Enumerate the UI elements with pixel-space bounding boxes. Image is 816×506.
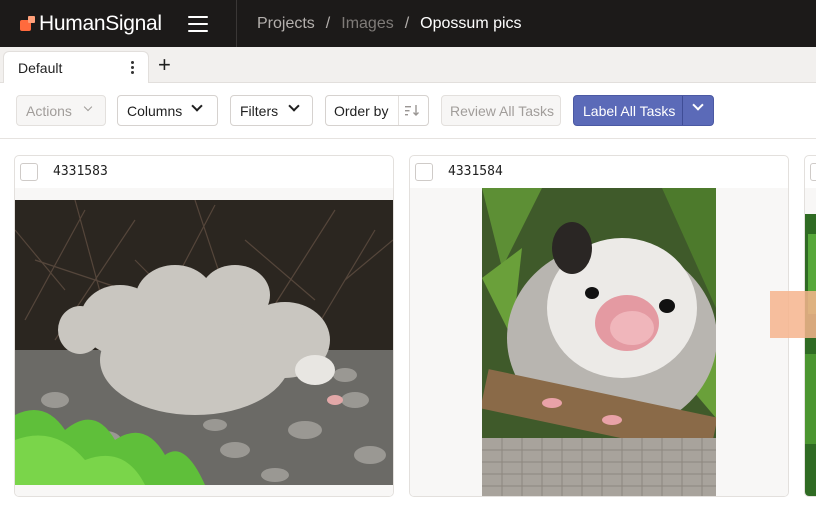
brand[interactable]: HumanSignal [0, 0, 208, 47]
order-by-label: Order by [334, 102, 389, 119]
task-select-checkbox[interactable] [415, 163, 433, 181]
breadcrumb-projects[interactable]: Projects [257, 15, 315, 33]
view-tabs-bar: Default + [0, 47, 816, 84]
top-navigation-bar: HumanSignal Projects / Images / Opossum … [0, 0, 816, 47]
scroll-overlay-marker [770, 291, 816, 338]
task-image-area [15, 188, 393, 496]
breadcrumb: Projects / Images / Opossum pics [257, 0, 522, 47]
opossum-mother-with-babies-image[interactable] [15, 200, 393, 485]
task-grid: 4331583 4331584 [0, 139, 816, 506]
green-foliage-image[interactable] [805, 214, 816, 496]
review-all-tasks-button[interactable]: Review All Tasks [441, 95, 561, 126]
columns-button[interactable]: Columns [117, 95, 218, 126]
humansignal-logo-icon [20, 15, 36, 32]
add-tab-plus-icon[interactable]: + [158, 54, 171, 76]
task-card-header [805, 156, 816, 188]
task-card[interactable]: 4331583 [14, 155, 394, 497]
task-id: 4331584 [448, 164, 503, 179]
brand-name: HumanSignal [39, 11, 162, 35]
breadcrumb-separator: / [404, 14, 410, 32]
review-all-tasks-label: Review All Tasks [450, 102, 555, 119]
task-id: 4331583 [53, 164, 108, 179]
order-by-button[interactable]: Order by [325, 95, 429, 126]
actions-button[interactable]: Actions [16, 95, 106, 126]
task-image-area [410, 188, 788, 496]
task-card[interactable]: 4331584 [409, 155, 789, 497]
hamburger-menu-icon[interactable] [187, 15, 208, 32]
tab-default[interactable]: Default [3, 51, 149, 84]
filters-button[interactable]: Filters [230, 95, 313, 126]
breadcrumb-images[interactable]: Images [341, 15, 393, 33]
sort-direction-icon[interactable] [405, 104, 421, 117]
label-all-tasks-button[interactable]: Label All Tasks [573, 95, 714, 126]
tab-options-icon[interactable] [131, 61, 134, 74]
tab-label: Default [18, 60, 63, 76]
task-card-header: 4331584 [410, 156, 788, 188]
breadcrumb-separator: / [325, 14, 331, 32]
chevron-down-icon [288, 100, 300, 112]
task-select-checkbox[interactable] [810, 163, 816, 181]
task-select-checkbox[interactable] [20, 163, 38, 181]
actions-label: Actions [26, 102, 72, 119]
chevron-down-icon [191, 100, 203, 112]
topbar-divider [236, 0, 237, 47]
breadcrumb-current-project: Opossum pics [420, 14, 522, 32]
chevron-down-icon [83, 102, 93, 112]
label-options-chevron-down-icon[interactable] [692, 99, 704, 111]
opossum-closeup-image[interactable] [482, 188, 716, 496]
task-card-header: 4331583 [15, 156, 393, 188]
filters-label: Filters [240, 102, 279, 119]
columns-label: Columns [127, 102, 183, 119]
task-image-area [805, 188, 816, 496]
toolbar: Actions Columns Filters Order by Review … [0, 83, 816, 139]
label-all-tasks-label: Label All Tasks [583, 102, 676, 119]
